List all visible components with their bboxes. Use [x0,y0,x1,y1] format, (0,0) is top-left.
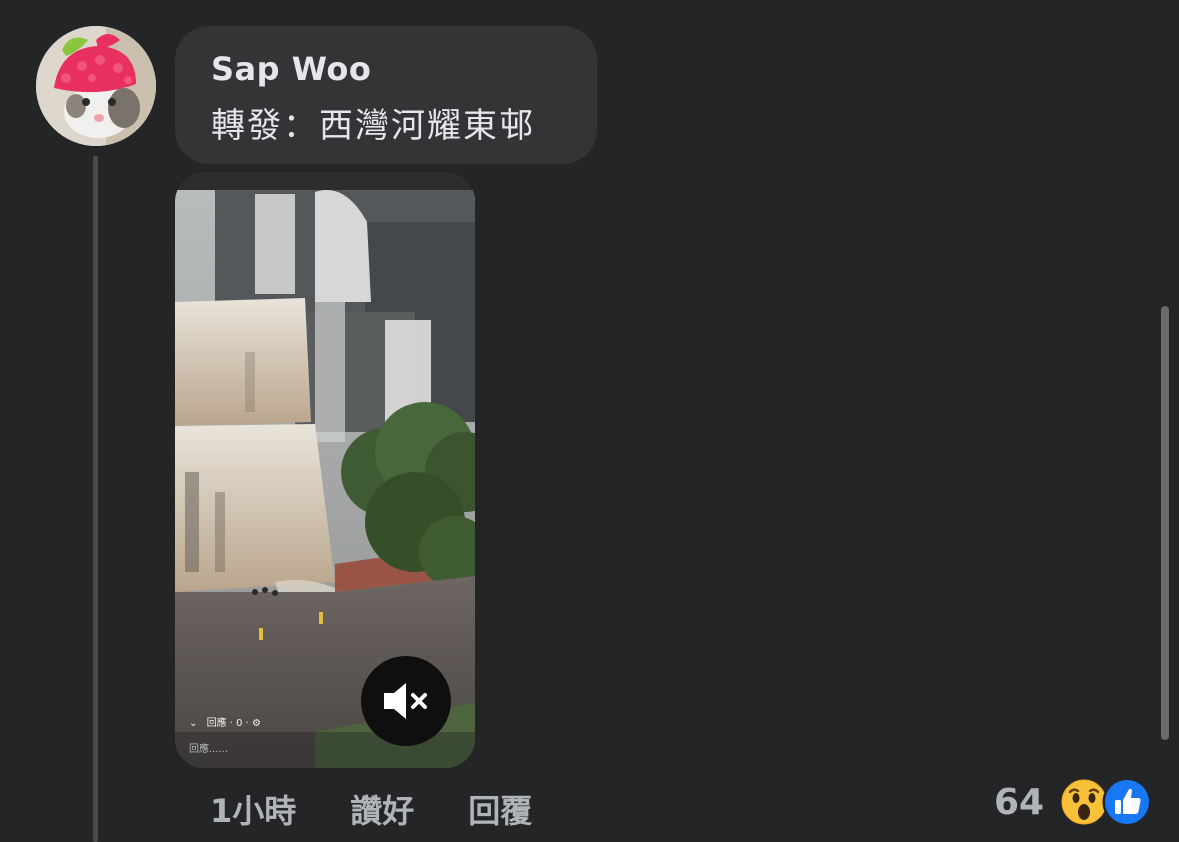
reply-button[interactable]: 回覆 [468,786,532,832]
speaker-muted-icon [384,683,427,719]
avatar-image [36,26,156,146]
comment-text: 轉發：西灣河耀東邨 [211,106,535,146]
like-icon [1102,777,1152,827]
thread-line [93,156,98,842]
video-overlay-hint: 回應...... [189,744,229,755]
reaction-summary[interactable]: 64 [994,776,1156,828]
reaction-count: 64 [994,781,1045,823]
unmute-button[interactable] [361,656,451,746]
video-overlay-status-text: 回應 · 0 · [206,718,249,729]
comment-thread: Sap Woo 轉發：西灣河耀東邨 ⌄ 回應 · 0 · ⚙ 回應...... … [0,0,1179,842]
comment-timestamp[interactable]: 1小時 [210,786,296,832]
comment-bubble: Sap Woo 轉發：西灣河耀東邨 [175,26,597,164]
reaction-icons [1058,776,1156,828]
chevron-down-icon[interactable]: ⌄ [189,718,197,729]
like-button[interactable]: 讚好 [350,786,414,832]
video-overlay-status[interactable]: ⌄ 回應 · 0 · ⚙ [189,714,261,729]
scrollbar-thumb[interactable] [1161,306,1169,740]
video-attachment[interactable]: ⌄ 回應 · 0 · ⚙ 回應...... [175,172,475,768]
comment-author[interactable]: Sap Woo [211,50,371,88]
comment-actions: 1小時 讚好 回覆 [210,786,532,832]
gear-icon[interactable]: ⚙ [252,718,261,729]
avatar[interactable] [36,26,156,146]
